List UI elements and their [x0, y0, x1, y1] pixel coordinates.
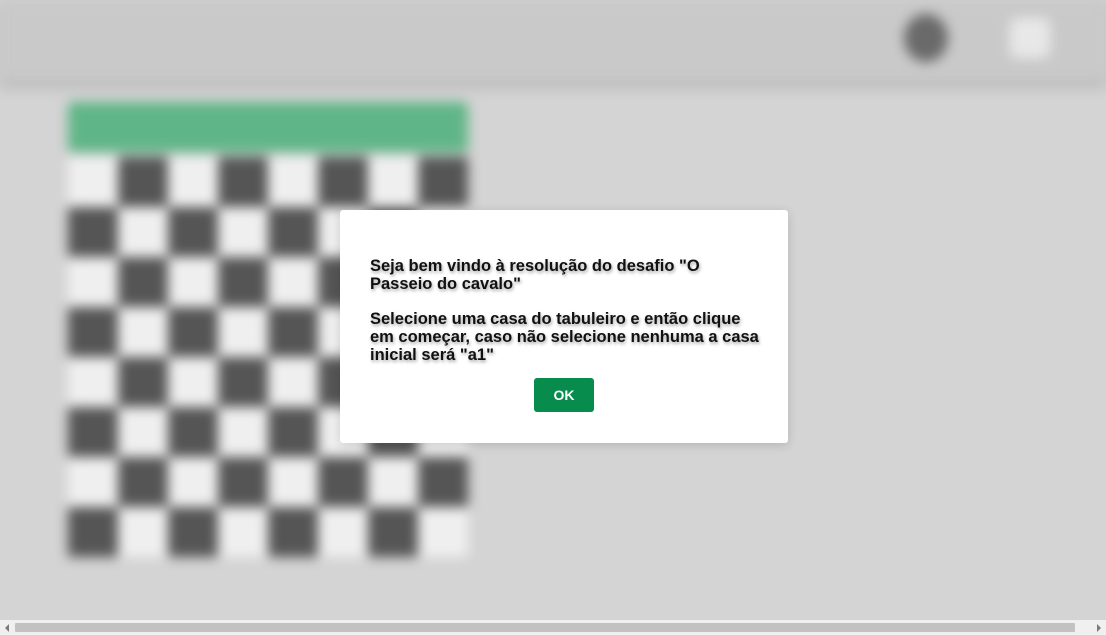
- app-window: Seja bem vindo à resolução do desafio "O…: [0, 0, 1106, 620]
- arrow-right-icon[interactable]: [1092, 620, 1106, 635]
- arrow-left-icon[interactable]: [0, 620, 14, 635]
- scrollbar-thumb[interactable]: [15, 623, 1075, 632]
- welcome-text: Seja bem vindo à resolução do desafio "O…: [370, 257, 700, 293]
- horizontal-scrollbar[interactable]: [0, 620, 1106, 635]
- welcome-dialog: Seja bem vindo à resolução do desafio "O…: [340, 210, 788, 443]
- instructions-text: Selecione uma casa do tabuleiro e então …: [370, 310, 759, 364]
- ok-button[interactable]: OK: [534, 378, 594, 412]
- dialog-message: Seja bem vindo à resolução do desafio "O…: [370, 257, 765, 381]
